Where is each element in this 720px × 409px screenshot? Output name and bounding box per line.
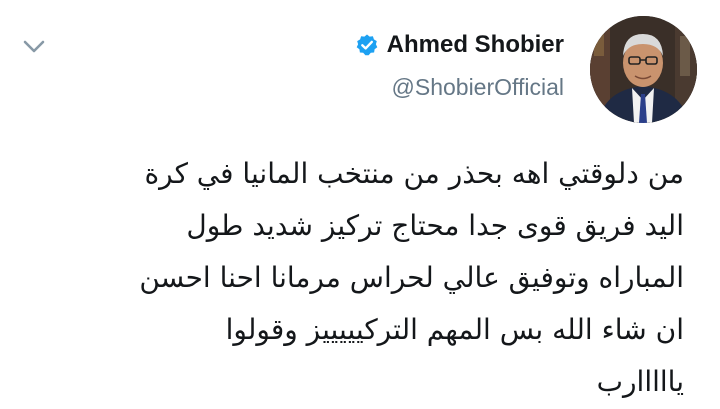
tweet-card: Ahmed Shobier @ShobierOfficial من دلوقتي…	[0, 0, 720, 409]
author-name-row[interactable]: Ahmed Shobier	[355, 28, 564, 62]
tweet-text: من دلوقتي اهه بحذر من منتخب المانيا في ك…	[139, 157, 684, 398]
tweet-header: Ahmed Shobier @ShobierOfficial	[355, 28, 564, 101]
author-handle[interactable]: @ShobierOfficial	[355, 74, 565, 101]
author-display-name[interactable]: Ahmed Shobier	[387, 31, 564, 59]
avatar[interactable]	[590, 16, 697, 123]
avatar-image	[590, 16, 697, 123]
verified-badge-icon	[356, 34, 377, 56]
chevron-down-icon[interactable]	[20, 32, 48, 60]
